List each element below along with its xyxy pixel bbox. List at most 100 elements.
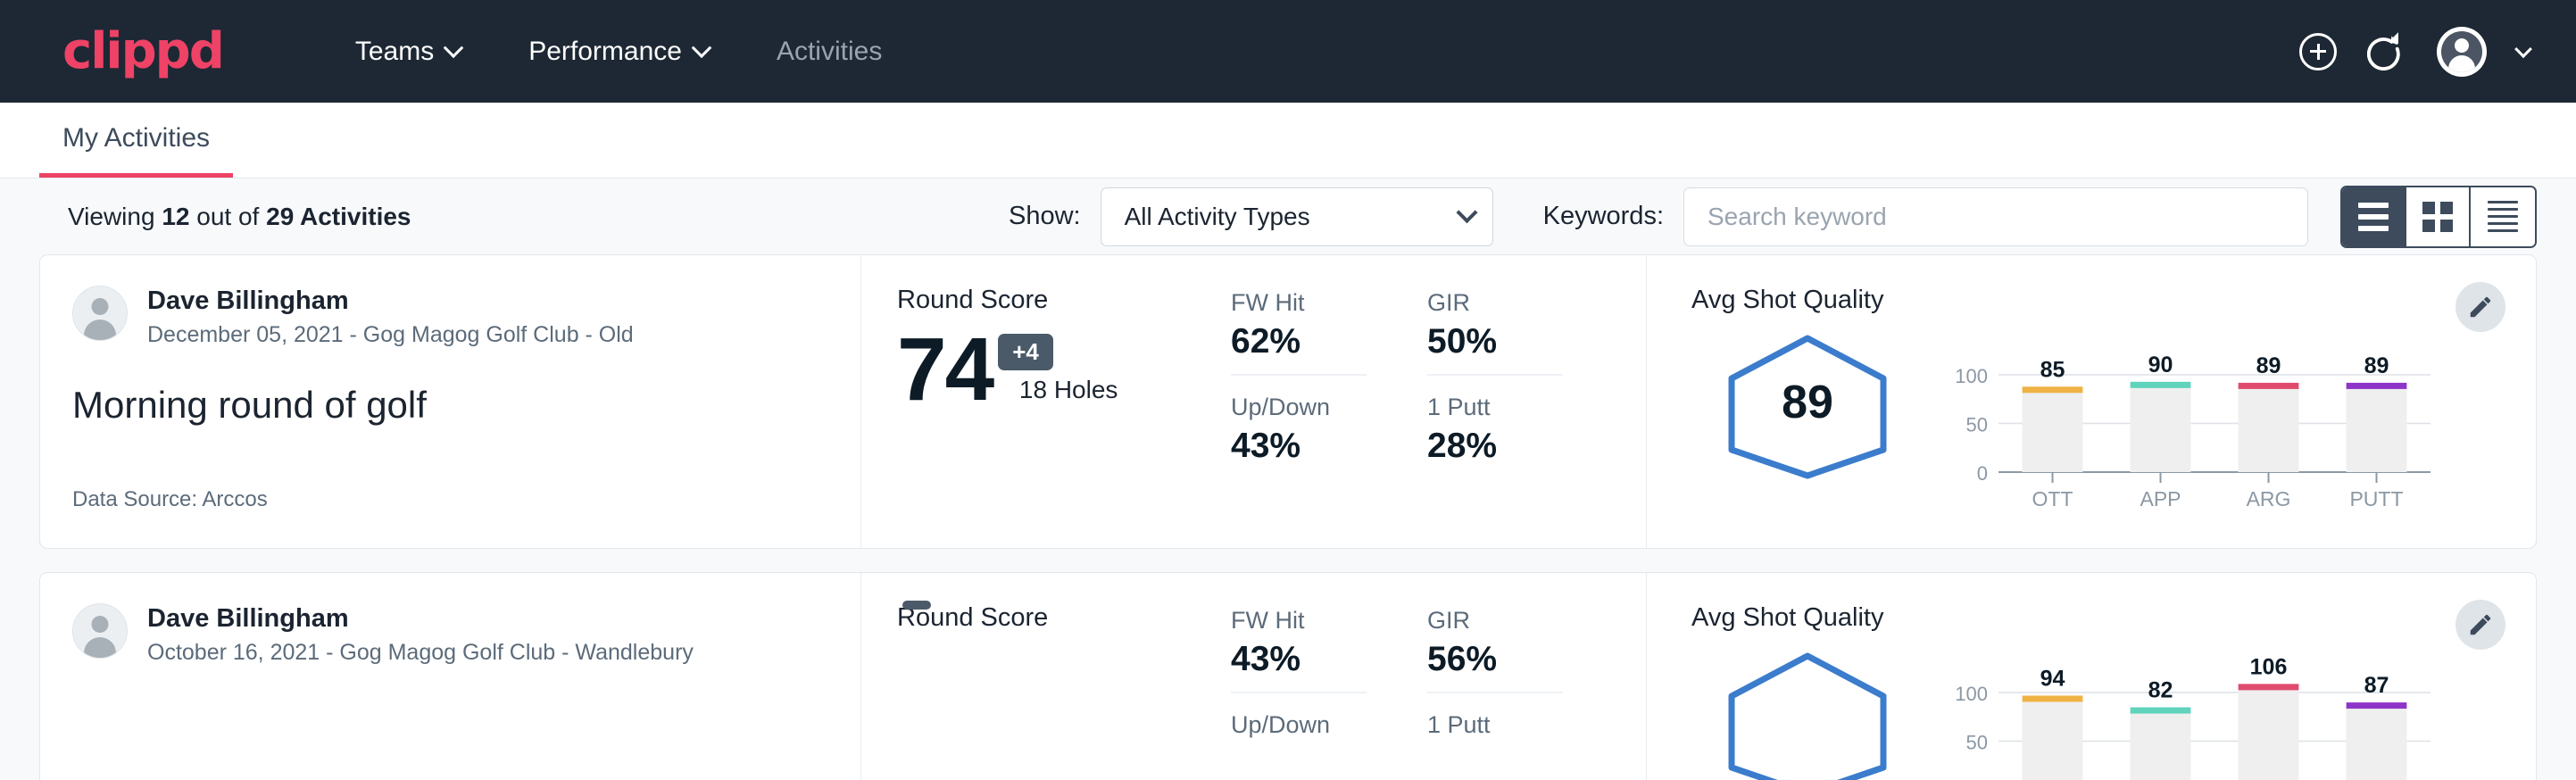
shot-quality-column: Avg Shot Quality 89 05010085OTT90APP89AR…	[1647, 255, 2536, 548]
player-name: Dave Billingham	[147, 286, 634, 317]
compact-icon-line	[2488, 215, 2518, 218]
viewing-prefix: Viewing	[68, 203, 155, 230]
view-mode-grid-button[interactable]	[2406, 187, 2471, 246]
shot-quality-hexagon: 89	[1691, 328, 1924, 483]
tab-my-activities[interactable]: My Activities	[39, 123, 233, 178]
view-mode-list-button[interactable]	[2342, 187, 2406, 246]
top-navigation-bar: clippd Teams Performance Activities	[0, 0, 2576, 103]
activity-meta: December 05, 2021 - Gog Magog Golf Club …	[147, 322, 634, 348]
stat-one-putt: 1 Putt	[1427, 708, 1563, 744]
stat-value: 56%	[1427, 640, 1563, 679]
activity-card[interactable]: Dave Billingham October 16, 2021 - Gog M…	[39, 572, 2537, 780]
avatar-glyph	[2441, 31, 2482, 72]
activity-card[interactable]: Dave Billingham December 05, 2021 - Gog …	[39, 254, 2537, 549]
activity-meta: October 16, 2021 - Gog Magog Golf Club -…	[147, 640, 694, 666]
score-over-par-badge: +4	[998, 334, 1053, 370]
viewing-count-text: Viewing 12 out of 29 Activities	[68, 203, 411, 231]
activity-title: Morning round of golf	[72, 384, 860, 427]
pencil-icon	[2467, 611, 2494, 638]
avg-shot-quality-label: Avg Shot Quality	[1691, 603, 2509, 633]
svg-text:87: 87	[2364, 673, 2389, 698]
nav-item-performance[interactable]: Performance	[494, 37, 743, 67]
activity-type-value: All Activity Types	[1125, 203, 1310, 231]
svg-text:89: 89	[2364, 353, 2389, 378]
stats-column: FW Hit 43% GIR 56% Up/Down 1 Putt	[1218, 573, 1647, 780]
account-avatar-icon[interactable]	[2437, 27, 2487, 77]
viewing-mid: out of	[196, 203, 259, 230]
stat-fw-hit: FW Hit 43%	[1231, 603, 1367, 693]
refresh-icon[interactable]	[2367, 32, 2406, 71]
activity-player-header: Dave Billingham October 16, 2021 - Gog M…	[72, 603, 860, 666]
grid-icon-square	[2440, 202, 2453, 214]
stat-label: GIR	[1427, 607, 1563, 635]
stat-fw-hit: FW Hit 62%	[1231, 286, 1367, 376]
chevron-down-icon	[692, 37, 712, 58]
stat-up-down: Up/Down	[1231, 708, 1367, 744]
svg-text:PUTT: PUTT	[2349, 487, 2403, 510]
round-score-column: Round Score	[861, 573, 1218, 780]
activity-type-select[interactable]: All Activity Types	[1101, 187, 1493, 246]
viewing-total: 29 Activities	[266, 203, 411, 230]
stat-label: Up/Down	[1231, 711, 1367, 739]
edit-activity-button[interactable]	[2456, 600, 2505, 650]
view-mode-toggle-group	[2340, 186, 2537, 248]
avg-shot-quality-value: 89	[1691, 376, 1924, 429]
chevron-down-icon	[444, 37, 464, 58]
player-block: Dave Billingham December 05, 2021 - Gog …	[147, 286, 634, 348]
grid-icon	[2422, 202, 2453, 232]
view-mode-compact-button[interactable]	[2471, 187, 2535, 246]
nav-item-teams[interactable]: Teams	[321, 37, 494, 67]
stats-grid: FW Hit 62% GIR 50% Up/Down 43% 1 Putt 28…	[1231, 286, 1646, 466]
pencil-icon	[2467, 294, 2494, 320]
grid-icon-square	[2440, 220, 2453, 232]
svg-text:90: 90	[2148, 353, 2173, 378]
svg-text:89: 89	[2256, 353, 2281, 378]
nav-actions	[2299, 27, 2530, 77]
shot-quality-body: 05010094OTT82APP106ARG87PUTT	[1691, 645, 2509, 780]
svg-text:ARG: ARG	[2247, 487, 2291, 510]
activity-card-list: Dave Billingham December 05, 2021 - Gog …	[0, 254, 2576, 780]
nav-item-performance-label: Performance	[528, 37, 682, 67]
svg-text:OTT: OTT	[2032, 487, 2073, 510]
secondary-tab-bar: My Activities	[0, 103, 2576, 178]
plus-circle-icon[interactable]	[2299, 33, 2337, 71]
edit-activity-button[interactable]	[2456, 282, 2505, 332]
stat-label: GIR	[1427, 289, 1563, 317]
activity-identity-column: Dave Billingham December 05, 2021 - Gog …	[40, 255, 861, 548]
tab-my-activities-label: My Activities	[62, 123, 210, 153]
stat-gir: GIR 50%	[1427, 286, 1563, 376]
data-source-label: Data Source: Arccos	[72, 487, 860, 512]
bar-chart-svg: 05010085OTT90APP89ARG89PUTT	[1940, 335, 2439, 513]
svg-text:0: 0	[1977, 462, 1988, 485]
round-score-label: Round Score	[897, 286, 1218, 315]
svg-text:APP: APP	[2140, 487, 2181, 510]
stat-gir: GIR 56%	[1427, 603, 1563, 693]
activity-player-header: Dave Billingham December 05, 2021 - Gog …	[72, 286, 860, 348]
score-over-par-badge	[902, 601, 931, 610]
stat-label: 1 Putt	[1427, 394, 1563, 421]
chevron-down-icon[interactable]	[2514, 40, 2532, 58]
round-score-label: Round Score	[897, 603, 1218, 633]
nav-item-activities-label: Activities	[777, 37, 882, 67]
stats-grid: FW Hit 43% GIR 56% Up/Down 1 Putt	[1231, 603, 1646, 744]
search-input[interactable]	[1683, 187, 2308, 246]
compact-icon-line	[2488, 208, 2518, 211]
nav-item-activities[interactable]: Activities	[743, 37, 916, 67]
grid-icon-square	[2422, 220, 2435, 232]
stat-label: FW Hit	[1231, 289, 1367, 317]
activity-identity-column: Dave Billingham October 16, 2021 - Gog M…	[40, 573, 861, 780]
svg-text:50: 50	[1966, 731, 1988, 753]
hexagon-icon	[1724, 649, 1890, 780]
svg-text:85: 85	[2040, 357, 2065, 382]
avatar	[72, 603, 128, 659]
viewing-count: 12	[162, 203, 189, 230]
stat-value: 28%	[1427, 427, 1563, 466]
stat-value: 62%	[1231, 322, 1367, 361]
shot-quality-bar-chart: 05010094OTT82APP106ARG87PUTT	[1924, 645, 2509, 780]
compact-icon-line	[2488, 201, 2518, 203]
round-score-row	[897, 643, 1218, 652]
shot-quality-column: Avg Shot Quality 05010094OTT82APP106ARG8…	[1647, 573, 2536, 780]
grid-icon-square	[2422, 202, 2435, 214]
clippd-logo[interactable]: clippd	[62, 27, 223, 77]
svg-text:82: 82	[2148, 678, 2173, 703]
